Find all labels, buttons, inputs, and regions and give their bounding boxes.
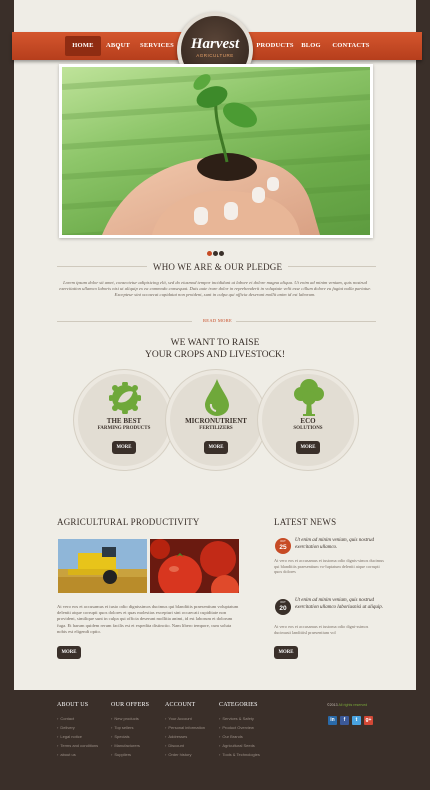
feature-subtitle: SOLUTIONS xyxy=(293,426,323,431)
slider-pagination xyxy=(207,243,225,261)
divider-right xyxy=(288,266,376,267)
slider-dot-3[interactable] xyxy=(219,251,224,256)
divider-read-more-right xyxy=(236,321,376,322)
footer-link[interactable]: about us xyxy=(57,752,75,757)
nav-products[interactable]: PRODUCTS xyxy=(256,32,294,60)
footer-link[interactable]: Tools & Technologies xyxy=(219,752,260,757)
productivity-text: At vero eos et accusamus et iusto odio d… xyxy=(57,604,239,634)
tomatoes-illustration xyxy=(150,539,239,593)
footer-col-title: ACCOUNT xyxy=(165,702,196,708)
about-text: Lorem ipsum dolor sit amet, consectetur … xyxy=(59,280,371,298)
footer-col-title: ABOUT US xyxy=(57,702,89,708)
copyright-text: ©2013 All rights reserved xyxy=(327,703,368,707)
footer-link[interactable]: Legal notice xyxy=(57,734,82,739)
footer-col-title: OUR OFFERS xyxy=(111,702,150,708)
feature-fertilizers: MICRONUTRIENT FERTILIZERS MORE xyxy=(165,369,267,471)
linkedin-icon[interactable]: in xyxy=(328,716,337,725)
nav-home[interactable]: HOME xyxy=(65,36,101,56)
harvester-illustration xyxy=(58,539,147,593)
hero-image-hands-holding-seedling xyxy=(62,67,370,235)
nav-services[interactable]: SERVICES xyxy=(137,32,177,60)
footer-link[interactable]: Top sellers xyxy=(111,725,133,730)
footer-link[interactable]: Delivery xyxy=(57,725,74,730)
feature-farming-products: THE BEST FARMING PRODUCTS MORE xyxy=(73,369,175,471)
logo-subtitle: AGRICULTURE xyxy=(196,53,234,58)
footer-col-title: CATEGORIES xyxy=(219,702,258,708)
footer-link[interactable]: Addresses xyxy=(165,734,187,739)
tomatoes-photo xyxy=(150,539,239,593)
leaf-badge-icon xyxy=(109,382,141,414)
read-more-link[interactable]: READ MORE xyxy=(203,318,232,323)
footer-link[interactable]: Discount xyxy=(165,743,184,748)
news-headline[interactable]: Ut enim ad minim veniam, quis nostrud ex… xyxy=(295,538,385,551)
news-title: LATEST NEWS xyxy=(274,517,337,527)
feature-subtitle: FERTILIZERS xyxy=(199,426,233,431)
about-title: WHO WE ARE & OUR PLEDGE xyxy=(153,262,283,272)
feature-more-button[interactable]: MORE xyxy=(296,441,320,454)
harvester-photo xyxy=(58,539,147,593)
feature-title: ECO xyxy=(300,417,316,425)
footer-link[interactable]: Suppliers xyxy=(111,752,131,757)
feature-more-button[interactable]: MORE xyxy=(112,441,136,454)
logo-title: Harvest xyxy=(190,36,240,52)
droplet-icon xyxy=(205,379,229,416)
chevron-down-icon: ▼ xyxy=(116,47,122,52)
hero-slider[interactable] xyxy=(59,64,373,238)
news-text: At vero eos et accusamus et iustoma odio… xyxy=(274,624,369,635)
productivity-more-button[interactable]: MORE xyxy=(57,646,81,659)
site-footer: ABOUT US Contact Delivery Legal notice T… xyxy=(14,690,416,790)
facebook-icon[interactable]: f xyxy=(340,716,349,725)
footer-link[interactable]: Our Brands xyxy=(219,734,242,739)
twitter-icon[interactable]: t xyxy=(352,716,361,725)
footer-link[interactable]: Specials xyxy=(111,734,129,739)
news-date-badge: OCT 25 xyxy=(275,538,291,554)
footer-link[interactable]: Services & Safety xyxy=(219,716,254,721)
feature-more-button[interactable]: MORE xyxy=(204,441,228,454)
footer-link[interactable]: New products xyxy=(111,716,138,721)
productivity-title: AGRICULTURAL PRODUCTIVITY xyxy=(57,517,200,527)
footer-link[interactable]: Personal information xyxy=(165,725,205,730)
slider-dot-1[interactable] xyxy=(207,251,212,256)
feature-eco-solutions: ECO SOLUTIONS MORE xyxy=(257,369,359,471)
divider-read-more-left xyxy=(57,321,192,322)
news-date-badge: OCT 20 xyxy=(275,599,291,615)
feature-subtitle: FARMING PRODUCTS xyxy=(97,426,151,431)
feature-title: THE BEST xyxy=(106,417,142,425)
footer-link[interactable]: Product Overview xyxy=(219,725,254,730)
news-text: At vero eos et accusamus et iustoma odio… xyxy=(274,558,384,575)
slider-dot-2[interactable] xyxy=(213,251,218,256)
news-headline[interactable]: Ut enim ad minim veniam, quis nostrud ex… xyxy=(295,598,385,611)
footer-link[interactable]: Order history xyxy=(165,752,191,757)
nav-about[interactable]: ABOUT ▼ xyxy=(104,32,132,60)
google-plus-icon[interactable]: g+ xyxy=(364,716,373,725)
footer-link[interactable]: Manufacturers xyxy=(111,743,140,748)
divider-left xyxy=(57,266,147,267)
news-more-button[interactable]: MORE xyxy=(274,646,298,659)
footer-link[interactable]: Terms and conditions xyxy=(57,743,98,748)
footer-link[interactable]: Agricultural Seeds xyxy=(219,743,254,748)
feature-title: MICRONUTRIENT xyxy=(185,417,247,425)
seedling-illustration xyxy=(62,67,370,235)
footer-link[interactable]: Contact xyxy=(57,716,74,721)
raise-heading: WE WANT TO RAISE YOUR CROPS AND LIVESTOCK… xyxy=(145,338,285,360)
nav-contacts[interactable]: CONTACTS xyxy=(330,32,372,60)
nav-blog[interactable]: BLOG xyxy=(300,32,322,60)
tree-icon xyxy=(294,379,324,416)
footer-link[interactable]: Your Account xyxy=(165,716,191,721)
